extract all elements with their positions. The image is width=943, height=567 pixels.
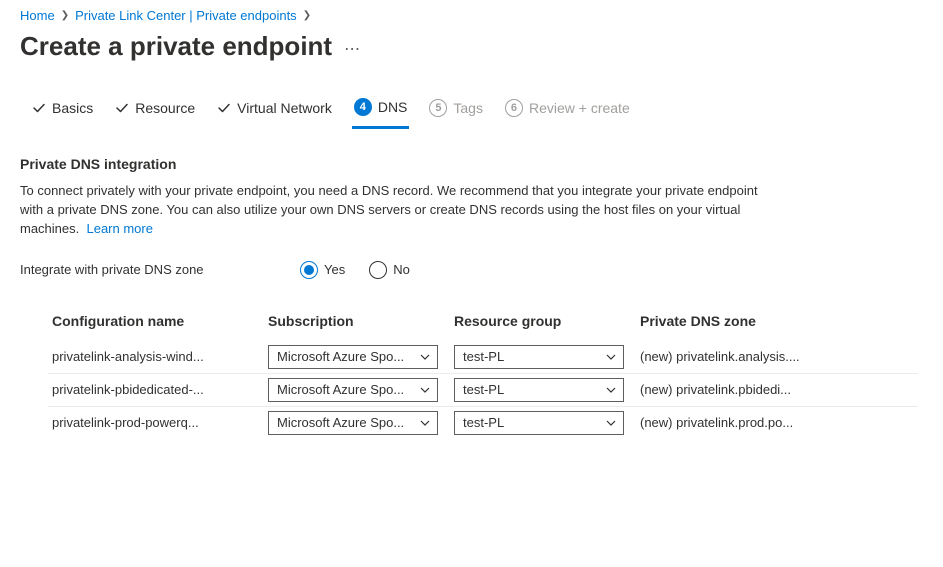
col-subscription: Subscription: [268, 313, 438, 329]
resource-group-dropdown[interactable]: test-PL: [454, 345, 624, 369]
dropdown-value: Microsoft Azure Spo...: [277, 415, 419, 430]
section-description: To connect privately with your private e…: [20, 182, 760, 239]
more-options-button[interactable]: ⋯: [344, 35, 362, 59]
step-badge: 4: [354, 98, 372, 116]
dropdown-value: test-PL: [463, 415, 605, 430]
tab-label: Review + create: [529, 100, 630, 116]
tab-review-create[interactable]: 6 Review + create: [503, 91, 632, 127]
table-row: privatelink-prod-powerq... Microsoft Azu…: [48, 407, 918, 439]
chevron-down-icon: [605, 384, 617, 396]
page-header: Create a private endpoint ⋯: [0, 27, 943, 90]
integrate-dns-label: Integrate with private DNS zone: [20, 262, 300, 277]
table-row: privatelink-pbidedicated-... Microsoft A…: [48, 374, 918, 407]
tab-resource[interactable]: Resource: [113, 92, 197, 126]
chevron-down-icon: [419, 384, 431, 396]
table-header: Configuration name Subscription Resource…: [48, 305, 918, 341]
tab-label: Virtual Network: [237, 100, 332, 116]
tab-label: Tags: [453, 100, 483, 116]
learn-more-link[interactable]: Learn more: [86, 221, 152, 236]
breadcrumb-link-private-link-center[interactable]: Private Link Center | Private endpoints: [75, 8, 297, 23]
radio-no[interactable]: No: [369, 261, 410, 279]
col-config-name: Configuration name: [52, 313, 252, 329]
chevron-down-icon: [419, 417, 431, 429]
dropdown-value: Microsoft Azure Spo...: [277, 349, 419, 364]
chevron-right-icon: ❯: [61, 10, 69, 21]
radio-icon: [369, 261, 387, 279]
radio-yes[interactable]: Yes: [300, 261, 345, 279]
dropdown-value: test-PL: [463, 382, 605, 397]
step-badge: 5: [429, 99, 447, 117]
dropdown-value: test-PL: [463, 349, 605, 364]
breadcrumb: Home ❯ Private Link Center | Private end…: [0, 0, 943, 27]
resource-group-dropdown[interactable]: test-PL: [454, 378, 624, 402]
dns-config-table: Configuration name Subscription Resource…: [48, 305, 918, 439]
subscription-dropdown[interactable]: Microsoft Azure Spo...: [268, 345, 438, 369]
cell-config-name: privatelink-prod-powerq...: [52, 412, 252, 433]
tab-virtual-network[interactable]: Virtual Network: [215, 92, 334, 126]
tab-label: Basics: [52, 100, 93, 116]
radio-icon: [300, 261, 318, 279]
col-resource-group: Resource group: [454, 313, 624, 329]
wizard-tabs: Basics Resource Virtual Network 4 DNS 5 …: [0, 90, 943, 128]
tab-dns[interactable]: 4 DNS: [352, 90, 410, 129]
step-badge: 6: [505, 99, 523, 117]
table-row: privatelink-analysis-wind... Microsoft A…: [48, 341, 918, 374]
subscription-dropdown[interactable]: Microsoft Azure Spo...: [268, 378, 438, 402]
tab-label: Resource: [135, 100, 195, 116]
col-private-dns-zone: Private DNS zone: [640, 313, 914, 329]
cell-private-dns-zone: (new) privatelink.pbidedi...: [640, 382, 914, 397]
radio-label: No: [393, 262, 410, 277]
check-icon: [217, 101, 231, 115]
cell-private-dns-zone: (new) privatelink.analysis....: [640, 349, 914, 364]
chevron-right-icon: ❯: [303, 10, 311, 21]
radio-label: Yes: [324, 262, 345, 277]
chevron-down-icon: [605, 417, 617, 429]
check-icon: [32, 101, 46, 115]
cell-config-name: privatelink-analysis-wind...: [52, 346, 252, 367]
resource-group-dropdown[interactable]: test-PL: [454, 411, 624, 435]
chevron-down-icon: [419, 351, 431, 363]
subscription-dropdown[interactable]: Microsoft Azure Spo...: [268, 411, 438, 435]
integrate-dns-field: Integrate with private DNS zone Yes No: [20, 261, 880, 279]
check-icon: [115, 101, 129, 115]
page-title: Create a private endpoint: [20, 31, 332, 62]
section-title: Private DNS integration: [20, 156, 880, 172]
cell-private-dns-zone: (new) privatelink.prod.po...: [640, 415, 914, 430]
content-area: Private DNS integration To connect priva…: [0, 156, 900, 439]
dropdown-value: Microsoft Azure Spo...: [277, 382, 419, 397]
tab-basics[interactable]: Basics: [30, 92, 95, 126]
breadcrumb-link-home[interactable]: Home: [20, 8, 55, 23]
tab-tags[interactable]: 5 Tags: [427, 91, 485, 127]
integrate-dns-radio-group: Yes No: [300, 261, 410, 279]
tab-label: DNS: [378, 99, 408, 115]
chevron-down-icon: [605, 351, 617, 363]
cell-config-name: privatelink-pbidedicated-...: [52, 379, 252, 400]
